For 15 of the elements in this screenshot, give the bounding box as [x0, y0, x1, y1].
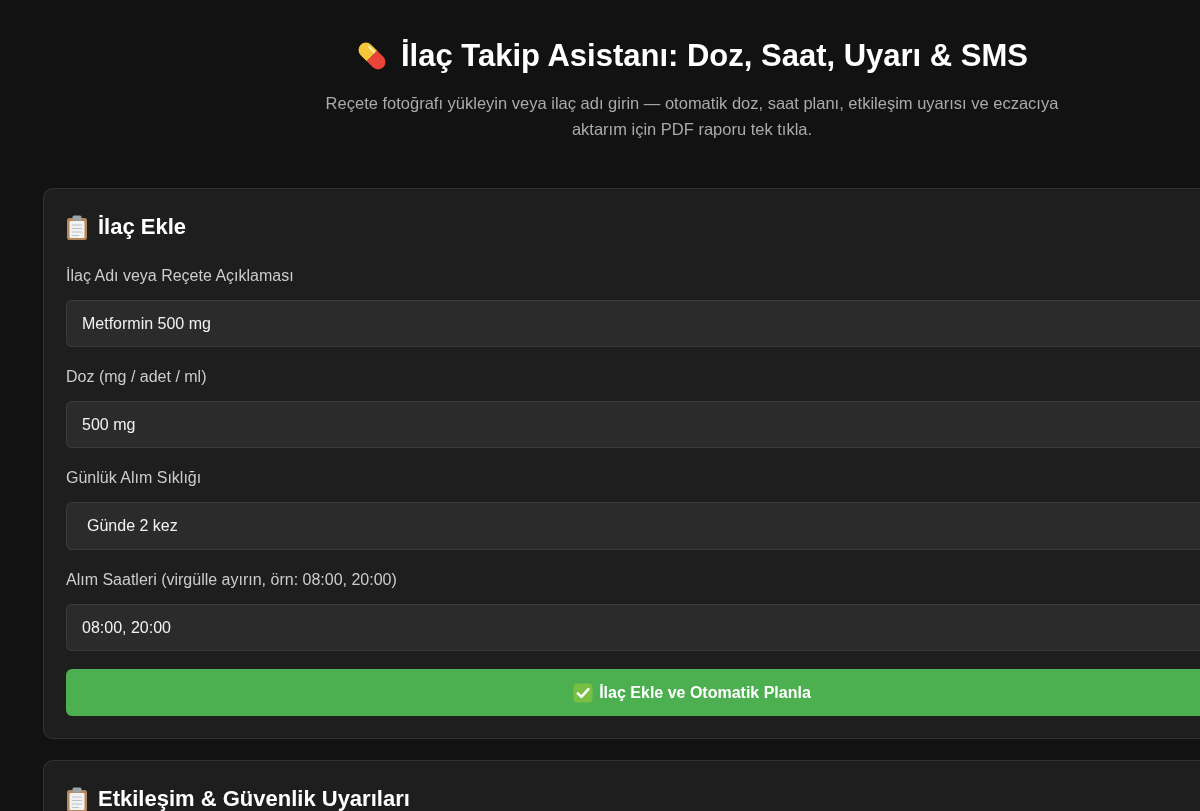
clipboard-icon — [66, 214, 88, 240]
card-title: İlaç Ekle — [98, 213, 187, 241]
field-label: Alım Saatleri (virgülle ayırın, örn: 08:00, 20:00) — [66, 570, 398, 590]
field-label: İlaç Adı veya Reçete Açıklaması — [66, 266, 295, 286]
field-label: Doz (mg / adet / ml) — [66, 367, 208, 387]
page-subtitle: Reçete fotoğrafı yükleyin veya ilaç adı girin — otomatik doz, saat planı, etkileşim uyarısı ve eczacıya aktarım için PDF raporu tek tıkla. — [324, 93, 1060, 140]
input-field[interactable]: 500 mg — [66, 401, 1200, 448]
input-field[interactable]: Metformin 500 mg — [66, 300, 1200, 347]
clipboard-icon — [66, 786, 88, 811]
card-title: Etkileşim & Güvenlik Uyarıları — [98, 785, 410, 811]
field-label: Günlük Alım Sıklığı — [66, 468, 203, 488]
input-field[interactable]: 08:00, 20:00 — [66, 604, 1200, 651]
dropdown-field[interactable]: Günde 2 kez — [66, 502, 1200, 550]
check-icon — [573, 682, 594, 703]
page-title: İlaç Takip Asistanı: Doz, Saat, Uyarı & SMS — [400, 38, 1029, 74]
